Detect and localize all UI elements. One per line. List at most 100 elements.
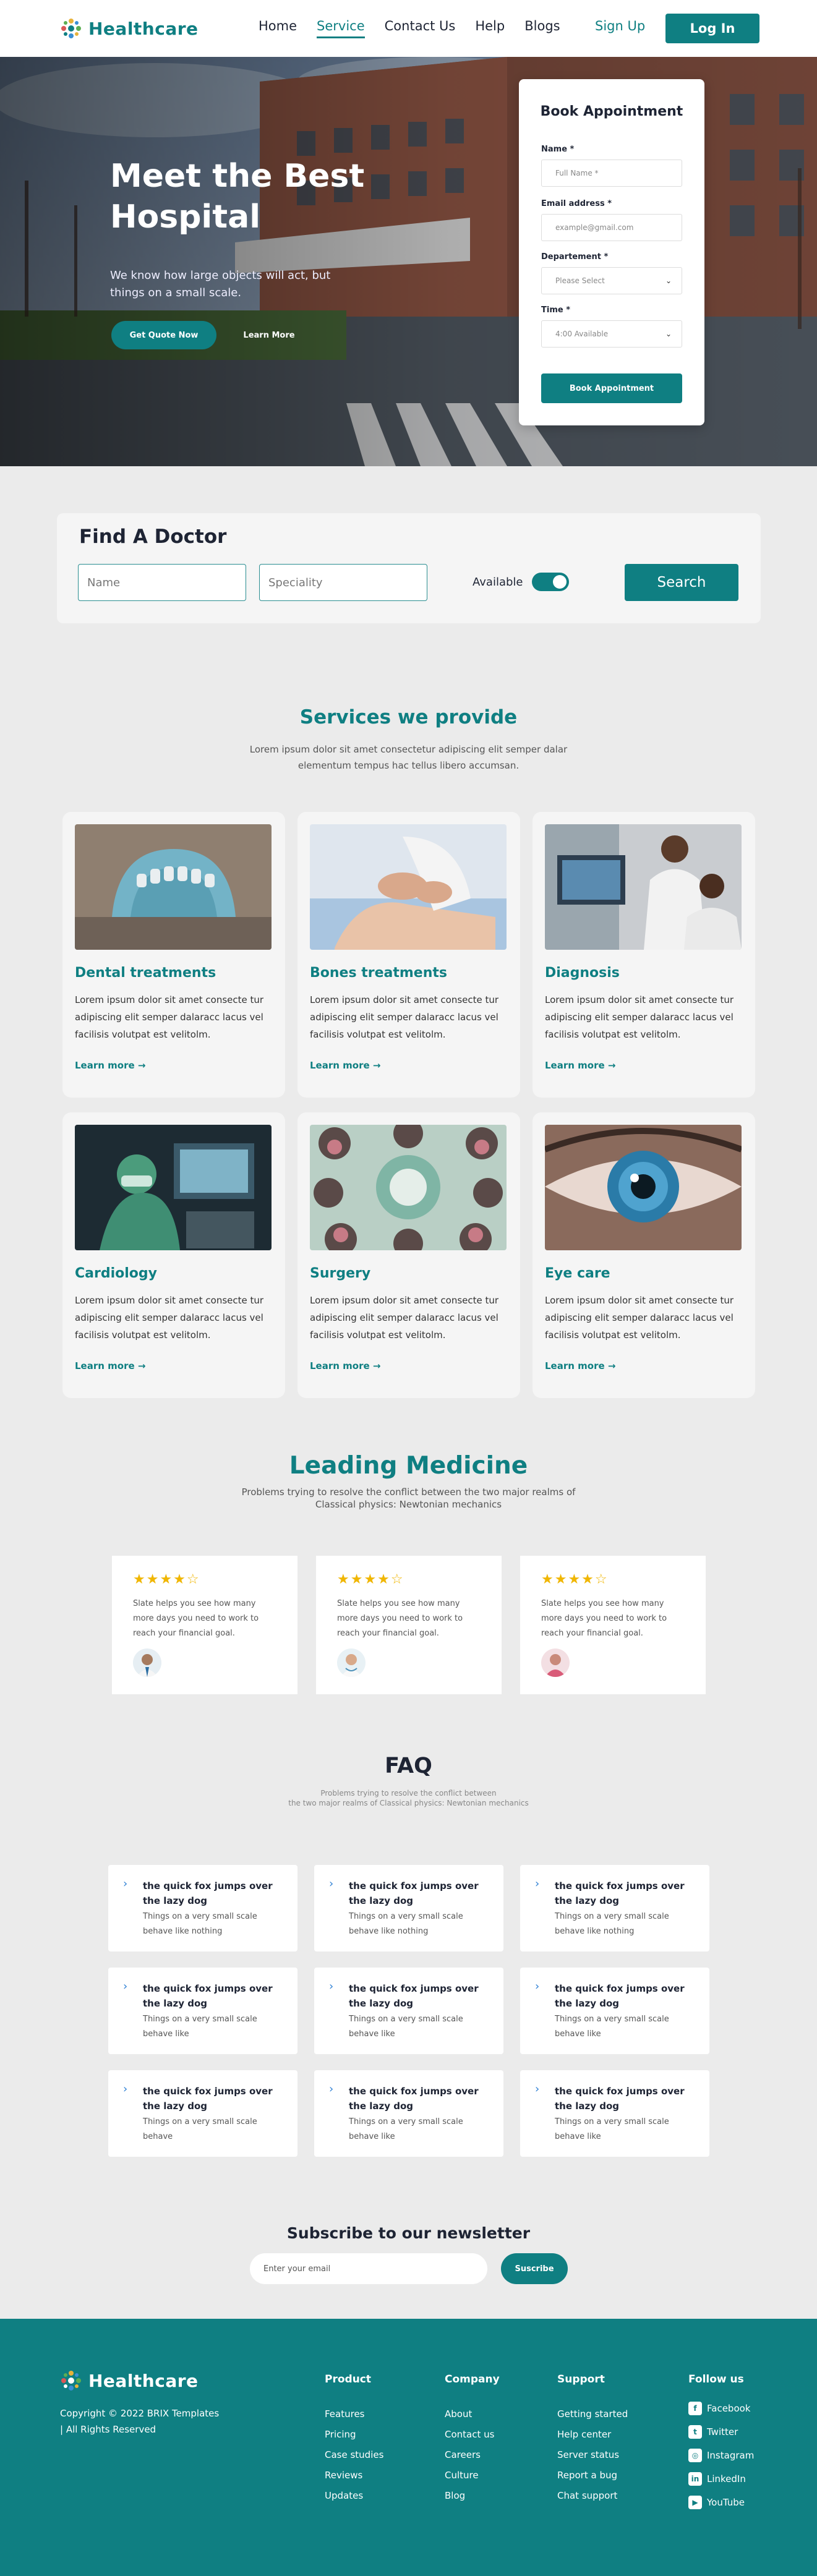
copyright-line-1: Copyright © 2022 BRIX Templates bbox=[60, 2408, 220, 2419]
nav-link-service[interactable]: Service bbox=[317, 19, 365, 38]
department-select[interactable]: Please Select ⌄ bbox=[541, 267, 682, 294]
social-label: Twitter bbox=[707, 2426, 738, 2437]
arrow-right-icon: → bbox=[137, 1360, 146, 1371]
logo[interactable]: Healthcare bbox=[60, 17, 199, 40]
faq-question: the quick fox jumps over the lazy dog bbox=[349, 2086, 479, 2112]
faq-item[interactable]: › the quick fox jumps over the lazy dog Th… bbox=[520, 1968, 709, 2054]
footer-link[interactable]: Contact us bbox=[445, 2425, 500, 2445]
instagram-link[interactable]: ◎ Instagram bbox=[688, 2444, 754, 2467]
nav-link-blogs[interactable]: Blogs bbox=[524, 19, 560, 37]
footer-link[interactable]: Reviews bbox=[325, 2465, 383, 2486]
footer-link[interactable]: Chat support bbox=[557, 2486, 628, 2506]
full-name-input[interactable]: Full Name * bbox=[541, 160, 682, 187]
facebook-link[interactable]: f Facebook bbox=[688, 2397, 754, 2420]
faq-title: FAQ bbox=[385, 1754, 432, 1778]
book-appointment-button[interactable]: Book Appointment bbox=[541, 373, 682, 403]
service-card-cardiology: Cardiology Lorem ipsum dolor sit amet co… bbox=[62, 1112, 285, 1398]
arrow-right-icon: → bbox=[137, 1060, 146, 1071]
service-desc: Lorem ipsum dolor sit amet consecte tur … bbox=[75, 1295, 264, 1341]
footer-link[interactable]: Careers bbox=[445, 2445, 500, 2465]
footer-link[interactable]: Features bbox=[325, 2404, 383, 2425]
faq-answer: Things on a very small scale behave like… bbox=[143, 1912, 257, 1936]
get-quote-button[interactable]: Get Quote Now bbox=[111, 321, 216, 349]
faq-item[interactable]: › the quick fox jumps over the lazy dog Th… bbox=[520, 1865, 709, 1951]
service-desc: Lorem ipsum dolor sit amet consecte tur … bbox=[75, 994, 264, 1040]
arrow-right-icon: → bbox=[372, 1060, 381, 1071]
logo-text: Healthcare bbox=[88, 18, 199, 39]
footer-link[interactable]: Culture bbox=[445, 2465, 500, 2486]
learn-more-link[interactable]: Learn more → bbox=[75, 1360, 145, 1371]
instagram-icon: ◎ bbox=[688, 2449, 702, 2462]
learn-more-link[interactable]: Learn more → bbox=[75, 1060, 145, 1071]
chevron-right-icon: › bbox=[329, 1980, 334, 1993]
email-label: Email address * bbox=[541, 199, 612, 208]
nav-link-help[interactable]: Help bbox=[475, 19, 505, 37]
footer-link[interactable]: Getting started bbox=[557, 2404, 628, 2425]
chevron-right-icon: › bbox=[123, 1877, 128, 1890]
login-button[interactable]: Log In bbox=[665, 14, 759, 43]
footer-link[interactable]: Updates bbox=[325, 2486, 383, 2506]
learn-more-link[interactable]: Learn more → bbox=[310, 1060, 380, 1071]
doctor-name-input[interactable]: Name bbox=[78, 564, 246, 601]
footer-link[interactable]: Case studies bbox=[325, 2445, 383, 2465]
faq-item[interactable]: › the quick fox jumps over the lazy dog Th… bbox=[520, 2070, 709, 2157]
faq-item[interactable]: › the quick fox jumps over the lazy dog Th… bbox=[314, 1968, 503, 2054]
linkedin-link[interactable]: in LinkedIn bbox=[688, 2467, 754, 2491]
leading-subtitle-1: Problems trying to resolve the conflict … bbox=[241, 1486, 576, 1498]
footer-link[interactable]: About bbox=[445, 2404, 500, 2425]
footer-col-title: Company bbox=[445, 2373, 500, 2386]
faq-item[interactable]: › the quick fox jumps over the lazy dog Th… bbox=[314, 2070, 503, 2157]
footer-link[interactable]: Help center bbox=[557, 2425, 628, 2445]
copyright: Copyright © 2022 BRIX Templates | All Ri… bbox=[60, 2405, 246, 2437]
avatar bbox=[541, 1648, 570, 1677]
footer-logo[interactable]: Healthcare bbox=[60, 2369, 199, 2392]
faq-item[interactable]: › the quick fox jumps over the lazy dog Th… bbox=[108, 1865, 297, 1951]
rating-stars: ★★★★☆ bbox=[337, 1572, 404, 1587]
footer-col-follow: Follow us f Facebook t Twitter ◎ Instagram … bbox=[688, 2373, 754, 2514]
faq-item[interactable]: › the quick fox jumps over the lazy dog Th… bbox=[108, 2070, 297, 2157]
footer-link[interactable]: Blog bbox=[445, 2486, 500, 2506]
footer-link[interactable]: Report a bug bbox=[557, 2465, 628, 2486]
search-button[interactable]: Search bbox=[625, 564, 738, 601]
services-subtitle-1: Lorem ipsum dolor sit amet consectetur a… bbox=[249, 744, 568, 755]
services-title: Services we provide bbox=[299, 706, 518, 728]
learn-more-link[interactable]: Learn more → bbox=[545, 1360, 615, 1371]
chevron-right-icon: › bbox=[535, 2083, 540, 2096]
chevron-right-icon: › bbox=[535, 1877, 540, 1890]
department-label: Departement * bbox=[541, 252, 609, 262]
nav-link-contact[interactable]: Contact Us bbox=[385, 19, 456, 37]
footer-col-title: Product bbox=[325, 2373, 371, 2386]
footer-link[interactable]: Pricing bbox=[325, 2425, 383, 2445]
faq-answer: Things on a very small scale behave like bbox=[349, 2117, 463, 2141]
arrow-right-icon: → bbox=[607, 1360, 616, 1371]
learn-more-label: Learn more bbox=[545, 1060, 605, 1071]
logo-icon bbox=[61, 19, 81, 38]
nav-link-home[interactable]: Home bbox=[259, 19, 297, 37]
footer: Healthcare Copyright © 2022 BRIX Templat… bbox=[0, 2319, 817, 2576]
faq-item[interactable]: › the quick fox jumps over the lazy dog Th… bbox=[314, 1865, 503, 1951]
surgery-image bbox=[310, 1125, 507, 1250]
footer-col-title: Follow us bbox=[688, 2373, 744, 2386]
available-toggle[interactable] bbox=[532, 573, 569, 591]
logo-text: Healthcare bbox=[88, 2370, 199, 2391]
faq-item[interactable]: › the quick fox jumps over the lazy dog Th… bbox=[108, 1968, 297, 2054]
service-title: Surgery bbox=[310, 1266, 371, 1281]
learn-more-link[interactable]: Learn more → bbox=[545, 1060, 615, 1071]
speciality-input[interactable]: Speciality bbox=[259, 564, 427, 601]
time-select[interactable]: 4:00 Available ⌄ bbox=[541, 320, 682, 348]
signup-link[interactable]: Sign Up bbox=[595, 19, 645, 33]
newsletter-email-input[interactable]: Enter your email bbox=[250, 2253, 487, 2284]
service-title: Diagnosis bbox=[545, 965, 620, 981]
learn-more-label: Learn more bbox=[545, 1360, 605, 1371]
footer-link[interactable]: Server status bbox=[557, 2445, 628, 2465]
faq-question: the quick fox jumps over the lazy dog bbox=[143, 1880, 273, 1906]
testimonial-card: ★★★★☆ Slate helps you see how many more … bbox=[316, 1556, 502, 1694]
youtube-link[interactable]: ▶ YouTube bbox=[688, 2491, 754, 2514]
learn-more-button[interactable]: Learn More bbox=[229, 321, 309, 349]
email-input[interactable]: example@gmail.com bbox=[541, 214, 682, 241]
learn-more-link[interactable]: Learn more → bbox=[310, 1360, 380, 1371]
faq-question: the quick fox jumps over the lazy dog bbox=[555, 1983, 685, 2009]
faq-answer: Things on a very small scale behave like bbox=[555, 2015, 669, 2039]
subscribe-button[interactable]: Suscribe bbox=[501, 2253, 568, 2284]
twitter-link[interactable]: t Twitter bbox=[688, 2420, 754, 2444]
